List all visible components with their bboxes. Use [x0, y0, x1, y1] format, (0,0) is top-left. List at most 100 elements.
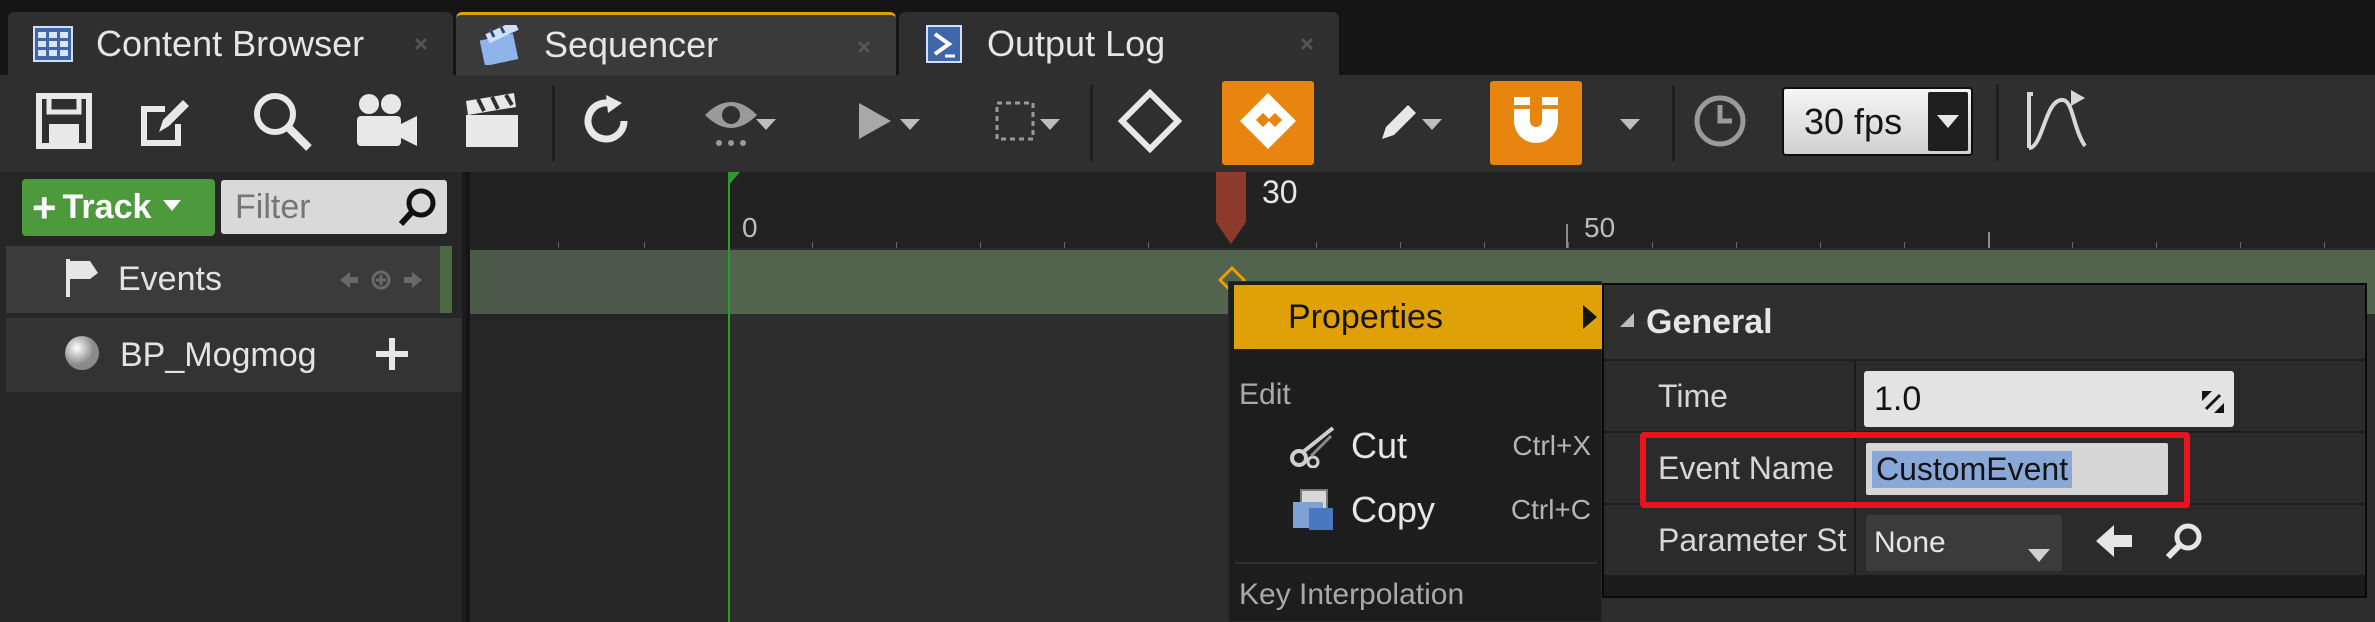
curve-editor-button[interactable]: [2010, 81, 2102, 165]
fps-value: 30 fps: [1804, 100, 1903, 142]
ruler-tick: [644, 242, 645, 248]
edit-button[interactable]: [118, 81, 210, 165]
close-icon[interactable]: [852, 35, 876, 59]
tab-sequencer[interactable]: Sequencer: [456, 12, 896, 75]
play-icon: [853, 99, 897, 148]
menu-item-cut[interactable]: Cut Ctrl+X: [1229, 414, 1603, 478]
add-icon[interactable]: [374, 336, 410, 377]
separator: [1996, 85, 1999, 161]
save-button[interactable]: [18, 81, 110, 165]
menu-item-label: Cut: [1351, 425, 1408, 466]
parameter-select[interactable]: None: [1866, 515, 2062, 571]
render-movie-button[interactable]: [446, 81, 538, 165]
pencil-icon: [1376, 97, 1424, 150]
property-label: Parameter St: [1658, 521, 1847, 558]
menu-separator: [1235, 562, 1597, 564]
property-row-time: Time 1.0: [1604, 361, 2365, 431]
auto-key-button[interactable]: [1222, 81, 1314, 165]
ruler-tick: [558, 242, 559, 248]
toolbar: 30 fps: [0, 75, 2375, 172]
ruler-tick: [1400, 242, 1401, 248]
section-title: General: [1646, 302, 1773, 341]
ruler-tick: [1484, 242, 1485, 248]
tab-label: Sequencer: [544, 24, 719, 65]
panel-divider[interactable]: [462, 172, 466, 622]
magnet-icon: [1506, 91, 1566, 156]
tab-label: Content Browser: [96, 22, 365, 64]
ruler-tick: [896, 242, 897, 248]
content-browser-icon: [30, 23, 76, 65]
property-label: Time: [1658, 377, 1728, 414]
scissors-icon: [1285, 424, 1341, 468]
track-label: Events: [118, 260, 222, 298]
ruler-tick: [1904, 242, 1905, 248]
sequencer-icon: [478, 24, 524, 66]
edit-icon: [135, 92, 193, 155]
property-row-parameter: Parameter St None: [1604, 505, 2365, 575]
ruler-label: 0: [742, 212, 758, 243]
tab-output-log[interactable]: Output Log: [899, 12, 1339, 75]
playhead[interactable]: [1214, 172, 1248, 251]
browse-search-icon[interactable]: [2164, 521, 2204, 566]
ruler-tick: [1568, 242, 1569, 248]
close-icon[interactable]: [1295, 32, 1319, 56]
fps-select[interactable]: 30 fps: [1782, 87, 1973, 156]
column-splitter[interactable]: [1854, 505, 1856, 575]
start-marker-flag: [728, 172, 742, 191]
start-marker[interactable]: [728, 172, 730, 622]
refresh-icon: [576, 91, 636, 156]
highlight-annotation: [1640, 432, 2190, 508]
curve-editor-icon: [2023, 88, 2089, 159]
separator: [1090, 85, 1093, 161]
tab-bar: Content Browser Sequencer Output Log: [0, 0, 2375, 75]
edit-mode-button[interactable]: [1340, 81, 1460, 165]
selection-button[interactable]: [960, 81, 1070, 165]
search-button[interactable]: [236, 81, 328, 165]
clock-icon: [1692, 93, 1748, 154]
section-header-general[interactable]: General: [1604, 285, 2365, 359]
ruler-tick: [812, 242, 813, 248]
time-input[interactable]: 1.0: [1864, 371, 2234, 427]
menu-item-copy[interactable]: Copy Ctrl+C: [1229, 478, 1603, 542]
track-row-bp-mogmog[interactable]: BP_Mogmog: [6, 318, 462, 392]
tab-content-browser[interactable]: Content Browser: [8, 12, 453, 75]
time-value: 1.0: [1874, 379, 1922, 418]
key-nav-icon[interactable]: [336, 266, 426, 299]
chevron-down-icon: [1620, 119, 1640, 130]
ruler-label: 50: [1584, 212, 1616, 243]
playhead-frame: 30: [1262, 174, 1298, 210]
chevron-down-icon: [1422, 119, 1442, 130]
refresh-button[interactable]: [560, 81, 652, 165]
clapper-icon: [462, 91, 522, 156]
chevron-right-icon: [1583, 305, 1597, 334]
eye-icon: [701, 93, 761, 154]
parameter-value: None: [1874, 526, 1946, 559]
save-icon: [35, 92, 93, 155]
keyframe-icon: [1236, 89, 1300, 158]
separator: [1672, 85, 1675, 161]
menu-section-edit: Edit: [1239, 378, 1291, 411]
sphere-icon: [62, 333, 102, 378]
column-splitter[interactable]: [1854, 361, 1856, 431]
add-key-button[interactable]: [1104, 81, 1196, 165]
context-menu: Properties Edit Cut Ctrl+X Copy Ctrl+C K…: [1228, 281, 1603, 622]
track-label: BP_Mogmog: [120, 335, 317, 374]
expand-icon[interactable]: [2200, 385, 2226, 424]
ruler-tick: [1736, 242, 1737, 248]
time-button[interactable]: [1680, 81, 1760, 165]
snap-button[interactable]: [1490, 81, 1582, 165]
snap-options-button[interactable]: [1590, 81, 1670, 165]
close-icon[interactable]: [409, 32, 433, 56]
ruler-tick: [2072, 242, 2073, 248]
menu-item-properties[interactable]: Properties: [1234, 285, 1603, 349]
view-options-button[interactable]: [676, 81, 786, 165]
use-selected-arrow-icon[interactable]: [2094, 523, 2134, 564]
play-button[interactable]: [820, 81, 930, 165]
track-row-events[interactable]: Events: [6, 246, 452, 313]
selection-icon: [993, 99, 1037, 148]
camera-icon: [353, 92, 419, 155]
separator: [552, 85, 555, 161]
camera-button[interactable]: [340, 81, 432, 165]
add-track-button[interactable]: + Track: [22, 179, 215, 236]
chevron-down-icon: [163, 199, 182, 217]
